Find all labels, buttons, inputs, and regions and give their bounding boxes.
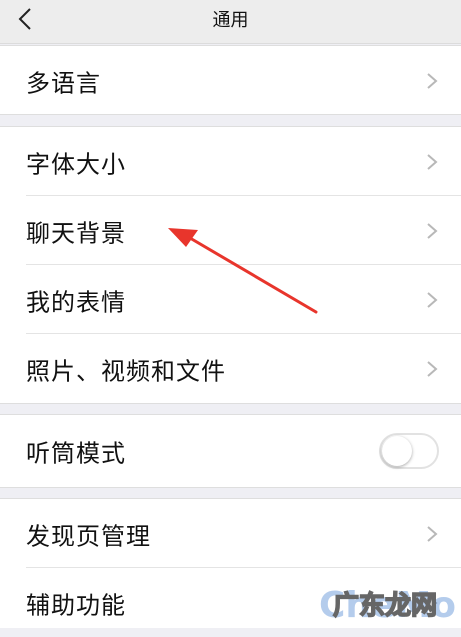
chevron-right-icon: [427, 153, 438, 170]
chevron-right-icon: [427, 360, 438, 377]
row-label: 多语言: [26, 69, 101, 97]
row-label: 我的表情: [26, 288, 126, 316]
earpiece-mode-toggle[interactable]: [379, 433, 439, 469]
navigation-bar: 通用: [0, 0, 461, 44]
row-label: 辅助功能: [26, 591, 126, 619]
row-label: 发现页管理: [26, 522, 151, 550]
watermark-text: 广东龙网: [332, 590, 438, 622]
settings-row-font-size[interactable]: 字体大小: [0, 127, 461, 196]
settings-row-language[interactable]: 多语言: [0, 46, 461, 115]
settings-row-photos-videos-files[interactable]: 照片、视频和文件: [0, 334, 461, 403]
chevron-right-icon: [427, 291, 438, 308]
chevron-right-icon: [427, 222, 438, 239]
toggle-knob: [382, 436, 412, 466]
settings-row-discover-management[interactable]: 发现页管理: [0, 499, 461, 568]
page-title: 通用: [212, 10, 249, 31]
settings-row-chat-background[interactable]: 聊天背景: [0, 196, 461, 265]
row-label: 字体大小: [26, 150, 126, 178]
settings-row-earpiece-mode: 听筒模式: [0, 415, 461, 487]
settings-group-language: 多语言: [0, 45, 461, 115]
chevron-right-icon: [427, 72, 438, 89]
row-label: 听筒模式: [26, 439, 126, 468]
settings-row-my-stickers[interactable]: 我的表情: [0, 265, 461, 334]
row-label: 照片、视频和文件: [26, 357, 226, 385]
row-label: 聊天背景: [26, 219, 126, 247]
settings-group-earpiece: 听筒模式: [0, 414, 461, 488]
settings-group-display: 字体大小 聊天背景 我的表情 照片、视频和文件: [0, 126, 461, 404]
chevron-right-icon: [427, 525, 438, 542]
